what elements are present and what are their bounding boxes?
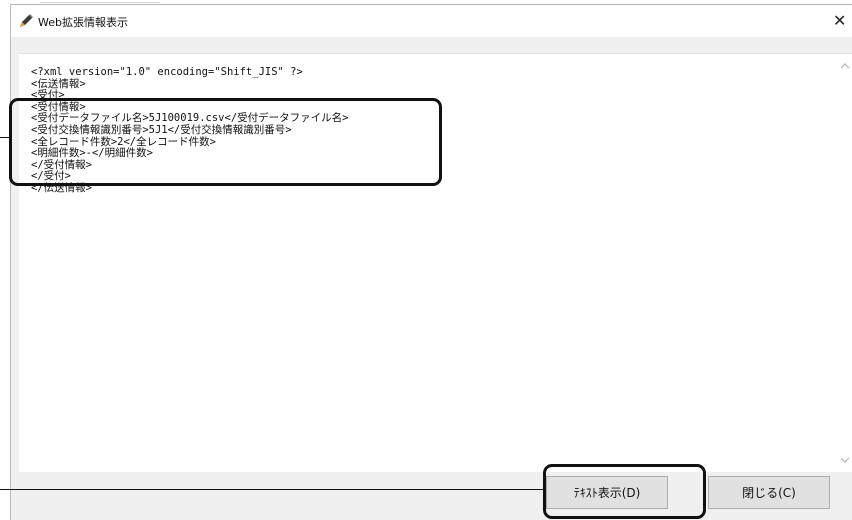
xml-line: </受付> xyxy=(31,170,71,183)
text-view-button[interactable]: ﾃｷｽﾄ表示(D) xyxy=(546,476,668,509)
xml-line: <伝送情報> xyxy=(31,77,86,90)
dialog-window: Web拡張情報表示 ✕ <?xml version="1.0" encoding… xyxy=(10,4,852,520)
xml-line: <受付> xyxy=(31,89,65,102)
title-bar: Web拡張情報表示 ✕ xyxy=(11,5,852,37)
close-icon[interactable]: ✕ xyxy=(833,5,852,37)
chevron-down-icon[interactable] xyxy=(839,456,851,466)
xml-line: </伝送情報> xyxy=(31,181,92,194)
xml-line: <受付データファイル名>5J100019.csv</受付データファイル名> xyxy=(31,112,349,125)
xml-content: <?xml version="1.0" encoding="Shift_JIS"… xyxy=(31,66,349,195)
callout-line xyxy=(0,489,543,490)
xml-line: <全レコード件数>2</全レコード件数> xyxy=(31,135,216,148)
xml-line: <受付情報> xyxy=(31,100,86,113)
xml-text-area[interactable]: <?xml version="1.0" encoding="Shift_JIS"… xyxy=(19,53,852,472)
xml-line: <明細件数>-</明細件数> xyxy=(31,147,153,160)
pen-icon xyxy=(18,13,34,29)
close-button[interactable]: 閉じる(C) xyxy=(708,476,830,509)
xml-line: <受付交換情報識別番号>5J1</受付交換情報識別番号> xyxy=(31,123,292,136)
xml-line: </受付情報> xyxy=(31,158,92,171)
background-fragment xyxy=(40,0,160,3)
window-title: Web拡張情報表示 xyxy=(38,16,128,29)
chevron-up-icon[interactable] xyxy=(839,62,851,72)
callout-line xyxy=(0,137,10,138)
xml-line: <?xml version="1.0" encoding="Shift_JIS"… xyxy=(31,66,303,78)
